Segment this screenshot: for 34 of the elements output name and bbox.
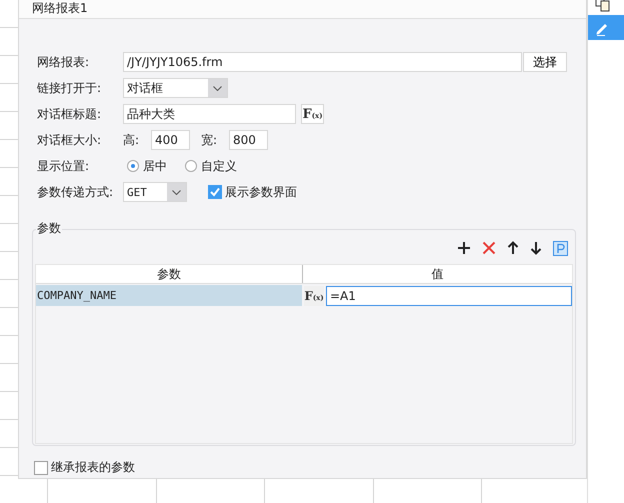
inherit-params-checkbox[interactable]: 继承报表的参数 bbox=[34, 459, 586, 476]
chevron-down-icon bbox=[172, 190, 181, 194]
column-header: 参数 bbox=[36, 265, 303, 283]
open-in-dropdown[interactable]: 对话框 bbox=[123, 78, 228, 98]
position-radio[interactable]: 居中 bbox=[127, 158, 167, 174]
position-radio[interactable]: 自定义 bbox=[185, 158, 237, 174]
field-label: 链接打开于: bbox=[37, 80, 102, 96]
field-label: 对话框大小: bbox=[37, 132, 102, 148]
arrow-up-icon[interactable] bbox=[507, 241, 519, 255]
section-title: 参数 bbox=[36, 220, 62, 237]
dialog-title-field[interactable]: 品种大类 bbox=[123, 104, 296, 124]
field-label: 显示位置: bbox=[37, 158, 90, 174]
field-label: 参数传递方式: bbox=[37, 184, 114, 200]
chevron-down-icon bbox=[213, 86, 222, 90]
copy-icon[interactable] bbox=[595, 0, 611, 12]
method-dropdown[interactable]: GET bbox=[123, 182, 187, 202]
width-label: 宽: bbox=[201, 132, 218, 148]
window-title: 网络报表1 bbox=[32, 1, 88, 16]
check-icon bbox=[209, 186, 221, 198]
param-name-cell[interactable]: COMPANY_NAME bbox=[36, 285, 302, 306]
choose-button[interactable]: 选择 bbox=[523, 52, 567, 72]
width-field[interactable]: 800 bbox=[229, 130, 268, 150]
field-label: 对话框标题: bbox=[37, 106, 102, 122]
delete-icon[interactable] bbox=[482, 241, 496, 255]
height-field[interactable]: 400 bbox=[151, 130, 190, 150]
add-icon[interactable] bbox=[457, 241, 471, 255]
field-label: 网络报表: bbox=[37, 54, 90, 70]
show-params-checkbox[interactable]: 展示参数界面 bbox=[208, 184, 297, 200]
column-header: 值 bbox=[430, 266, 444, 283]
height-label: 高: bbox=[123, 132, 140, 148]
report-path-field[interactable]: /JY/JYJY1065.frm bbox=[123, 52, 522, 72]
arrow-down-icon[interactable] bbox=[530, 241, 542, 255]
parameter-icon[interactable] bbox=[553, 240, 568, 256]
value-field[interactable]: =A1 bbox=[326, 286, 572, 306]
